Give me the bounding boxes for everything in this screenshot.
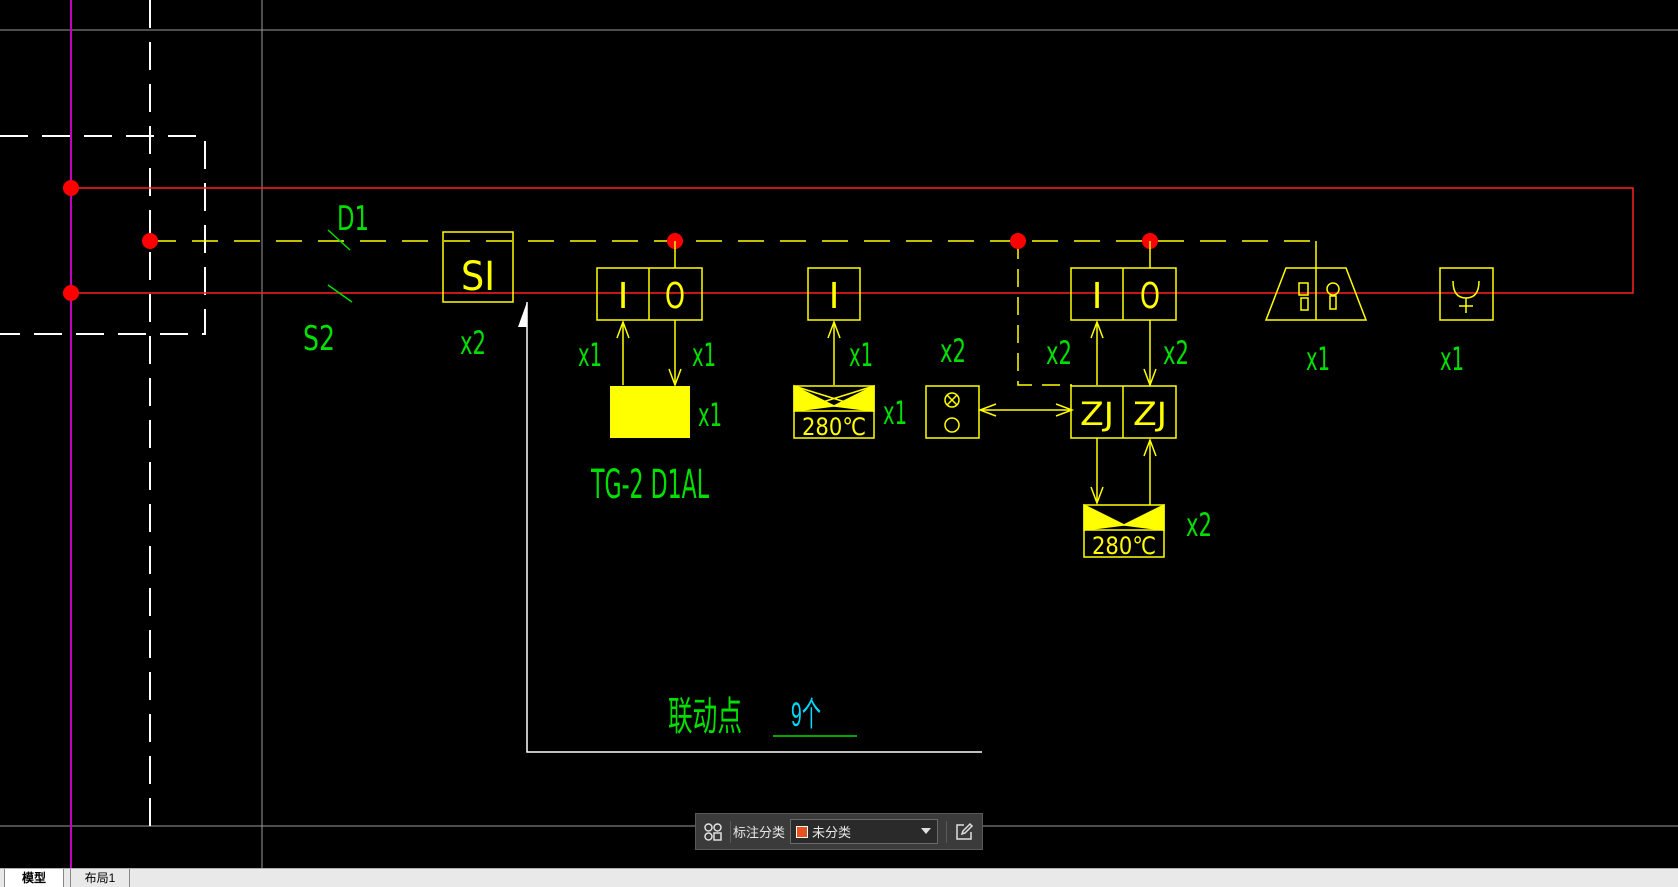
- phone-jack-symbol: [1439, 267, 1494, 321]
- yellow-box-qty: x1: [698, 396, 722, 434]
- indicator-box: [925, 385, 1075, 439]
- i-box-qty: x1: [849, 336, 873, 374]
- io2-i: I: [1092, 276, 1103, 317]
- phone-qty: x1: [1440, 340, 1464, 378]
- linkage-label: 联动点: [668, 694, 742, 740]
- edit-icon[interactable]: [947, 814, 981, 849]
- tab-layout1[interactable]: 布局1: [70, 869, 130, 887]
- chevron-down-icon: [921, 828, 932, 834]
- yellow-device-box: [610, 386, 690, 438]
- linkage-arrow: [518, 302, 527, 327]
- annotation-toolbar: 标注分类 未分类: [695, 813, 983, 850]
- io1-i: I: [618, 276, 629, 317]
- damper1-temp: 280℃: [802, 413, 866, 441]
- model-name: TG-2 D1AL: [590, 462, 709, 508]
- tab-model[interactable]: 模型: [4, 869, 64, 887]
- io1-o: O: [665, 276, 685, 317]
- damper2-temp: 280℃: [1092, 532, 1156, 560]
- io-module-2: [1070, 241, 1177, 506]
- category-color-swatch: [796, 825, 809, 838]
- io1-qty-out: x1: [692, 336, 716, 374]
- zj-left: ZJ: [1080, 395, 1114, 433]
- annotation-category-select[interactable]: 未分类: [790, 819, 939, 844]
- io-module-1: [596, 241, 703, 388]
- label-d1: D1: [337, 199, 369, 239]
- i-box-label: I: [829, 276, 840, 317]
- io2-qty-in: x2: [1046, 334, 1072, 372]
- annotation-category-label: 标注分类: [733, 825, 786, 840]
- alarm-symbol: [1264, 267, 1368, 321]
- damper2-qty: x2: [1186, 506, 1212, 544]
- io2-qty-out: x2: [1163, 334, 1189, 372]
- damper1-qty: x1: [883, 394, 907, 432]
- bell-qty: x2: [940, 332, 966, 370]
- si-qty: x2: [460, 324, 486, 362]
- grid-icon[interactable]: [696, 814, 730, 849]
- category-select-value: 未分类: [812, 825, 852, 840]
- zj-right: ZJ: [1133, 395, 1167, 433]
- label-s2: S2: [303, 319, 335, 359]
- drawing-canvas[interactable]: D1 S2 SI x2 I O x1 x1 x1 TG-2 D1AL I x1 …: [0, 0, 1678, 868]
- si-label: SI: [461, 254, 495, 300]
- io2-o: O: [1140, 276, 1160, 317]
- io1-qty-in: x1: [578, 336, 602, 374]
- signal-bus-loop: [71, 187, 1634, 294]
- alarm-qty: x1: [1306, 340, 1330, 378]
- dashed-enclosure: [0, 135, 206, 335]
- layout-tab-bar: 模型 布局1: [0, 868, 1678, 887]
- linkage-value: 9个: [791, 696, 821, 734]
